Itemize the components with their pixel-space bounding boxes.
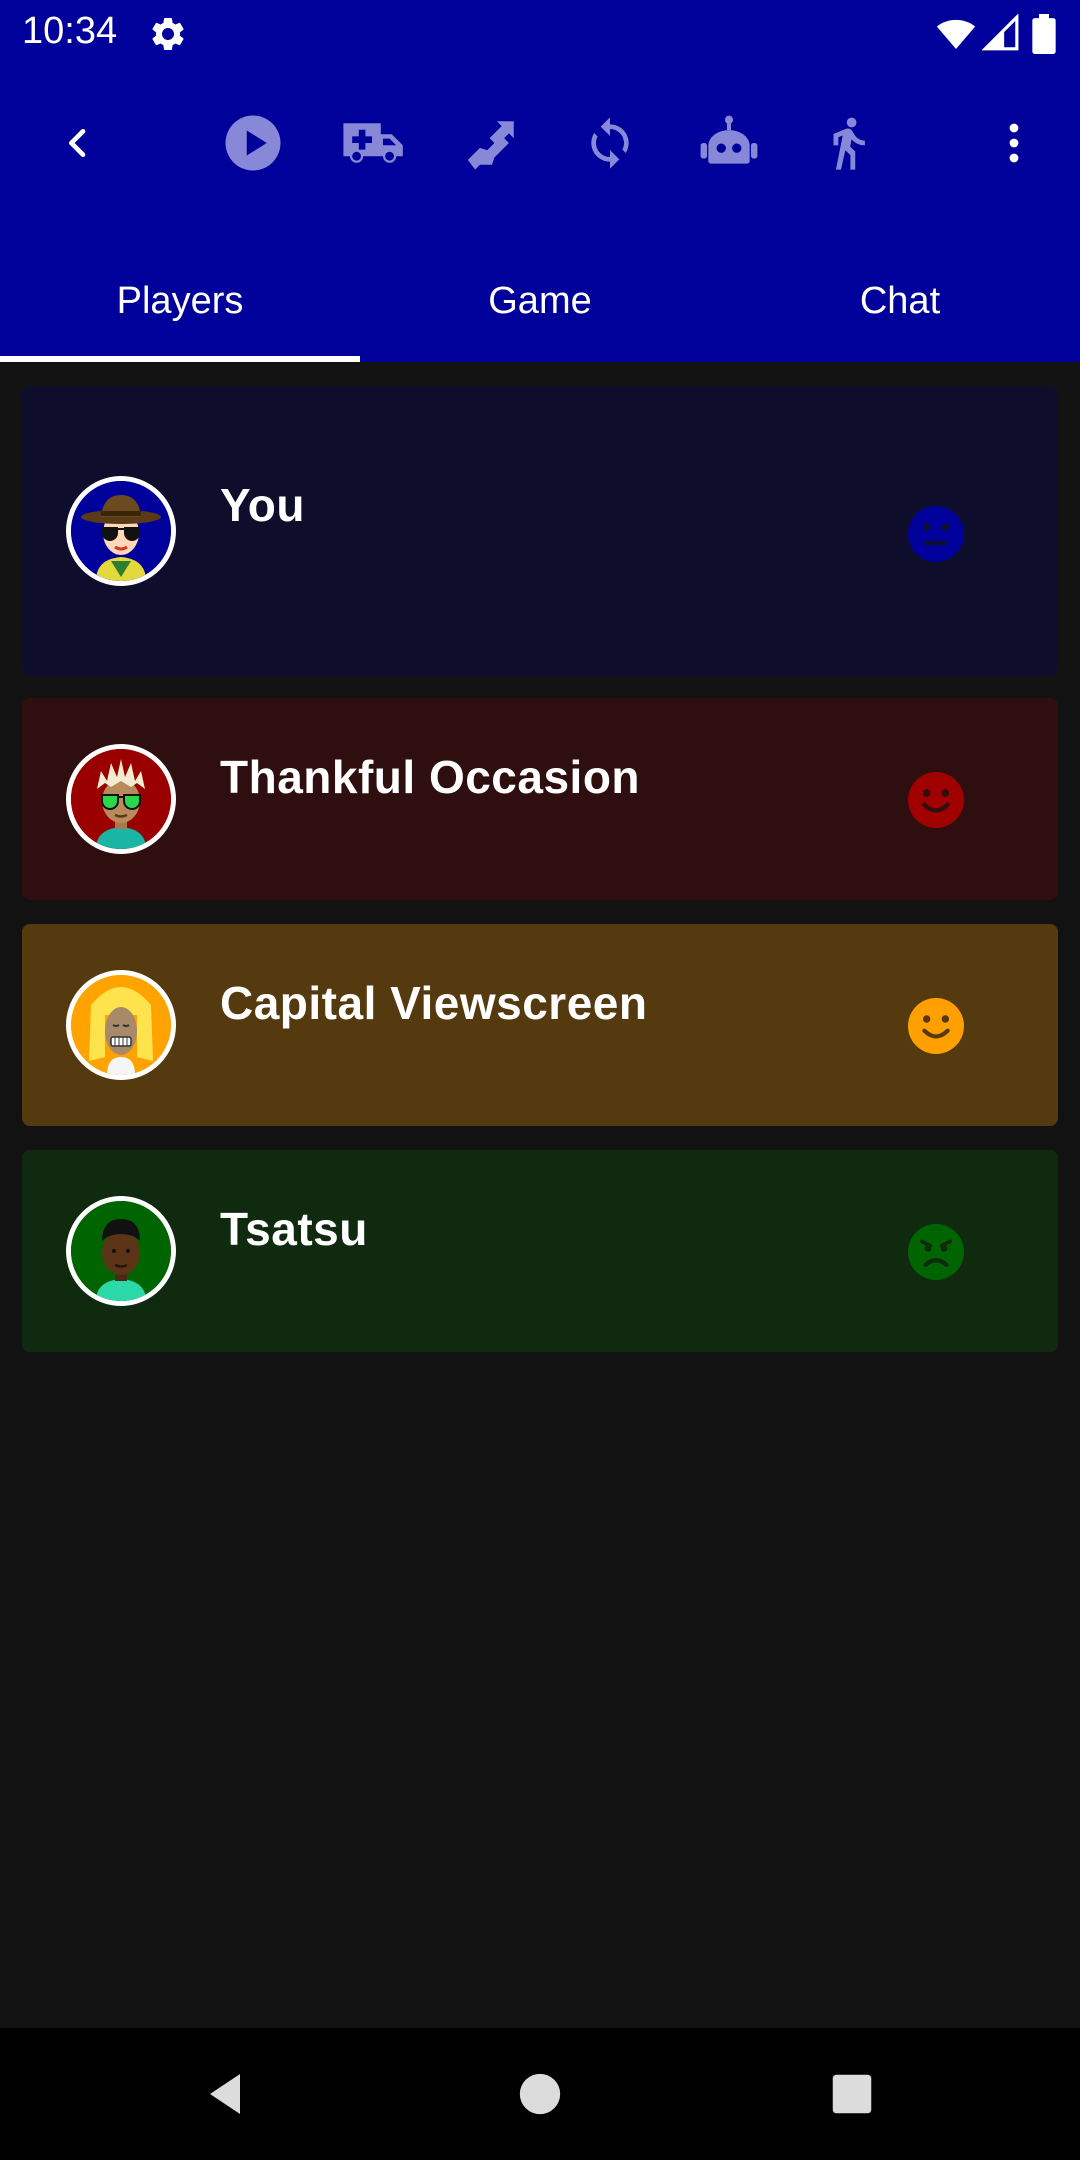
battery-icon xyxy=(1032,14,1056,59)
system-nav-bar xyxy=(0,2028,1080,2160)
app-bar: 10:34 Players Game Chat xyxy=(0,0,1080,362)
status-bar: 10:34 xyxy=(0,0,1080,66)
player-card[interactable]: Thankful Occasion xyxy=(22,698,1058,900)
avatar xyxy=(66,476,176,586)
wifi-icon xyxy=(936,14,976,59)
nav-back-icon xyxy=(210,2074,240,2114)
nav-recents-icon xyxy=(832,2074,872,2114)
player-name: You xyxy=(220,479,305,531)
player-name: Capital Viewscreen xyxy=(220,977,648,1029)
transfer-icon xyxy=(467,121,514,170)
more-options-button[interactable] xyxy=(964,80,1064,206)
neutral-face-icon xyxy=(908,506,964,562)
settings-gear-icon xyxy=(148,14,188,54)
avatar xyxy=(66,970,176,1080)
robot-icon xyxy=(700,115,758,164)
nav-home-button[interactable] xyxy=(510,2064,570,2124)
tab-game[interactable]: Game xyxy=(360,240,720,362)
status-time: 10:34 xyxy=(22,10,118,52)
tab-chat[interactable]: Chat xyxy=(720,240,1080,362)
tab-players[interactable]: Players xyxy=(0,240,360,362)
nav-recents-button[interactable] xyxy=(822,2064,882,2124)
player-card[interactable]: Capital Viewscreen xyxy=(22,924,1058,1126)
happy-face-icon xyxy=(908,998,964,1054)
robot-button[interactable] xyxy=(679,80,779,206)
play-icon xyxy=(225,115,281,171)
more-vert-icon xyxy=(1009,123,1019,163)
nav-back-button[interactable] xyxy=(196,2064,256,2124)
nav-home-icon xyxy=(519,2073,561,2115)
player-name: Thankful Occasion xyxy=(220,751,641,803)
walk-icon xyxy=(833,117,865,170)
toolbar xyxy=(0,80,1080,206)
sad-face-icon xyxy=(908,1224,964,1280)
avatar xyxy=(66,1196,176,1306)
ambulance-button[interactable] xyxy=(322,80,422,206)
sync-icon xyxy=(591,117,629,169)
play-button[interactable] xyxy=(203,80,303,206)
sync-button[interactable] xyxy=(560,80,660,206)
back-button[interactable] xyxy=(28,80,128,206)
player-card[interactable]: You xyxy=(22,386,1058,676)
back-arrow-icon xyxy=(69,129,86,157)
avatar xyxy=(66,744,176,854)
tab-bar: Players Game Chat xyxy=(0,240,1080,362)
tab-indicator xyxy=(0,356,360,362)
transfer-button[interactable] xyxy=(442,80,542,206)
player-card[interactable]: Tsatsu xyxy=(22,1150,1058,1352)
ambulance-icon xyxy=(343,123,403,163)
happy-face-icon xyxy=(908,772,964,828)
walk-button[interactable] xyxy=(798,80,898,206)
cell-signal-icon xyxy=(981,13,1020,57)
player-name: Tsatsu xyxy=(220,1203,368,1255)
